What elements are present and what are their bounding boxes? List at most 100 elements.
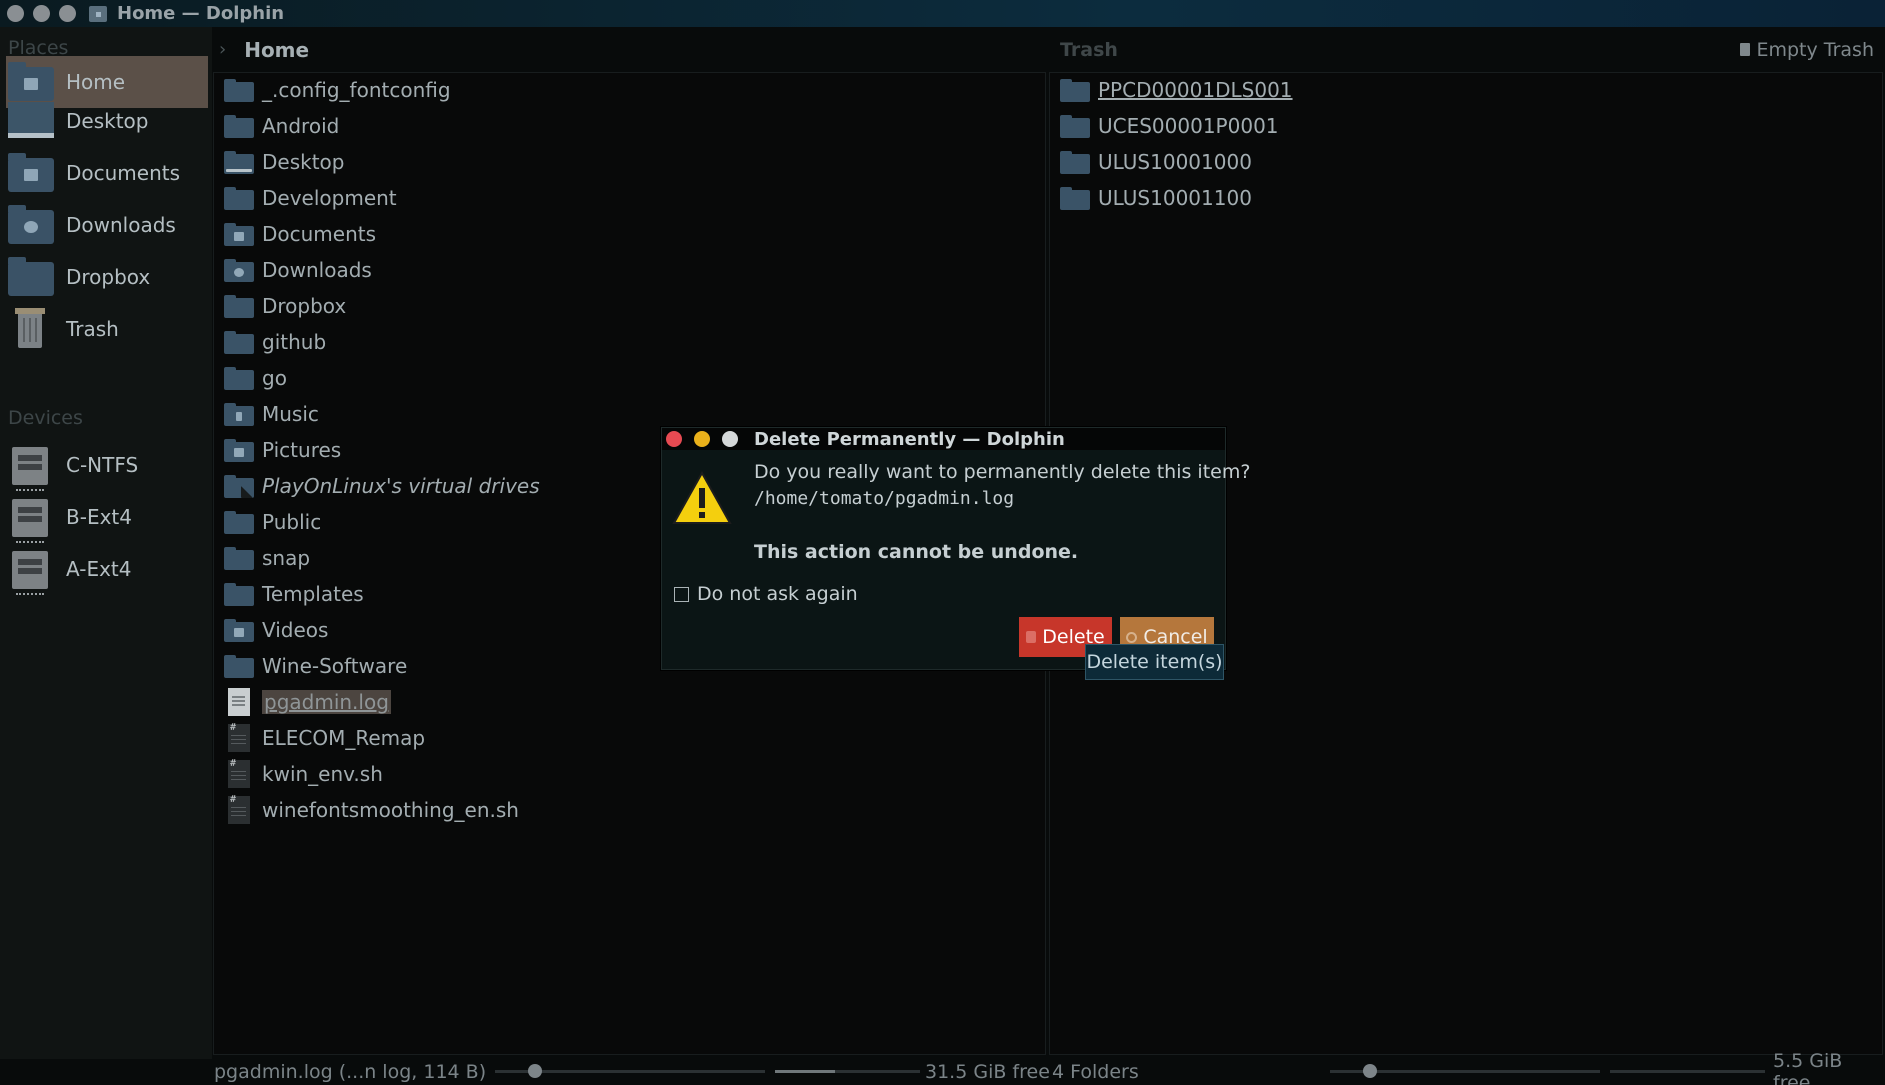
list-item[interactable]: Pictures [224, 434, 341, 466]
downloads-folder-icon [6, 204, 54, 246]
cancel-icon [1126, 631, 1138, 643]
folder-icon [224, 546, 254, 570]
list-item[interactable]: Downloads [224, 254, 372, 286]
dialog-minimize-button[interactable] [694, 431, 710, 447]
warning-icon [672, 470, 732, 524]
dialog-title: Delete Permanently — Dolphin [754, 428, 1065, 450]
place-trash[interactable]: Trash [6, 303, 208, 355]
folder-icon [1060, 114, 1090, 138]
dialog-question: Do you really want to permanently delete… [754, 461, 1251, 483]
folder-icon [224, 510, 254, 534]
empty-trash-button[interactable]: Empty Trash [1740, 39, 1874, 61]
places-panel: Places Home Desktop Documents Downloads … [0, 27, 212, 1059]
drive-icon [6, 548, 54, 595]
list-item[interactable]: Development [224, 182, 397, 214]
dialog-close-button[interactable] [666, 431, 682, 447]
place-label: Downloads [66, 213, 176, 237]
list-item[interactable]: Documents [224, 218, 376, 250]
left-pane-header: › Home [213, 27, 1048, 72]
delete-permanently-dialog: Delete Permanently — Dolphin Do you real… [661, 427, 1250, 670]
folder-icon [224, 330, 254, 354]
device-label: C-NTFS [66, 453, 139, 477]
list-item[interactable]: Android [224, 110, 339, 142]
left-free-space: 31.5 GiB free [925, 1058, 1050, 1085]
delete-icon [1026, 631, 1037, 643]
list-item[interactable]: Music [224, 398, 319, 430]
folder-count: 4 Folders [1052, 1060, 1139, 1083]
list-item[interactable]: Public [224, 506, 321, 538]
list-item[interactable]: Dropbox [224, 290, 346, 322]
place-desktop[interactable]: Desktop [6, 95, 208, 147]
list-item[interactable]: PPCD00001DLS001 [1060, 74, 1293, 106]
breadcrumb-home[interactable]: Home [244, 38, 309, 62]
selection-info: pgadmin.log (...n log, 114 B) [214, 1060, 487, 1083]
list-item[interactable]: ULUS10001000 [1060, 146, 1252, 178]
documents-folder-icon [6, 152, 54, 194]
list-item[interactable]: Desktop [224, 146, 344, 178]
videos-folder-icon [224, 618, 254, 642]
device-a-ext4[interactable]: A-Ext4 [6, 543, 208, 595]
zoom-slider-handle[interactable] [1363, 1064, 1377, 1078]
folder-icon [1060, 186, 1090, 210]
space-bar-track [1610, 1070, 1765, 1073]
list-item[interactable]: snap [224, 542, 310, 574]
dialog-titlebar: Delete Permanently — Dolphin [662, 428, 1225, 450]
trash-icon [6, 308, 54, 350]
device-label: A-Ext4 [66, 557, 132, 581]
place-label: Documents [66, 161, 181, 185]
place-downloads[interactable]: Downloads [6, 199, 208, 251]
dolphin-app-icon [89, 5, 107, 22]
symlink-folder-icon [224, 474, 254, 498]
drive-icon [6, 444, 54, 491]
window-title: Home — Dolphin [117, 3, 285, 24]
folder-icon [224, 294, 254, 318]
checkbox-box[interactable] [674, 586, 689, 602]
dolphin-window: Places Home Desktop Documents Downloads … [0, 27, 1885, 1085]
close-window-button[interactable] [7, 5, 24, 22]
list-item[interactable]: kwin_env.sh [224, 758, 383, 790]
list-item[interactable]: winefontsmoothing_en.sh [224, 794, 519, 826]
folder-icon [224, 78, 254, 102]
list-item[interactable]: Wine-Software [224, 650, 407, 682]
empty-trash-label: Empty Trash [1756, 38, 1874, 61]
list-item[interactable]: go [224, 362, 287, 394]
drive-icon [6, 496, 54, 543]
device-b-ext4[interactable]: B-Ext4 [6, 491, 208, 543]
folder-icon [6, 256, 54, 298]
zoom-slider-handle[interactable] [528, 1064, 542, 1078]
list-item[interactable]: Videos [224, 614, 328, 646]
devices-section-title: Devices [8, 407, 83, 429]
list-item[interactable]: PlayOnLinux's virtual drives [224, 470, 540, 502]
folder-icon [224, 114, 254, 138]
device-label: B-Ext4 [66, 505, 132, 529]
space-bar-fill [775, 1070, 835, 1073]
folder-icon [224, 654, 254, 678]
free-space-label: 5.5 GiB free [1773, 1049, 1843, 1085]
dialog-maximize-button[interactable] [722, 431, 738, 447]
script-file-icon [228, 758, 250, 788]
checkbox-label: Do not ask again [697, 583, 858, 605]
right-free-space: 5.5 GiB free [1773, 1050, 1885, 1085]
script-file-icon [228, 722, 250, 752]
desktop-icon [6, 100, 54, 142]
maximize-window-button[interactable] [59, 5, 76, 22]
list-item[interactable]: github [224, 326, 326, 358]
list-item[interactable]: _.config_fontconfig [224, 74, 451, 106]
minimize-window-button[interactable] [33, 5, 50, 22]
dialog-warning-text: This action cannot be undone. [754, 541, 1079, 563]
place-documents[interactable]: Documents [6, 147, 208, 199]
list-item[interactable]: ULUS10001100 [1060, 182, 1252, 214]
breadcrumb-arrow-icon[interactable]: › [219, 39, 226, 60]
folder-icon [224, 582, 254, 606]
do-not-ask-checkbox[interactable]: Do not ask again [674, 583, 858, 605]
list-item[interactable]: Templates [224, 578, 364, 610]
desktop-folder-icon [224, 150, 254, 174]
device-c-ntfs[interactable]: C-NTFS [6, 439, 208, 491]
downloads-folder-icon [224, 258, 254, 282]
list-item[interactable]: ELECOM_Remap [224, 722, 425, 754]
list-item-selected[interactable]: pgadmin.log [224, 686, 391, 718]
trash-pane-title: Trash [1060, 38, 1118, 61]
place-dropbox[interactable]: Dropbox [6, 251, 208, 303]
delete-items-tooltip: Delete item(s) [1085, 644, 1224, 680]
list-item[interactable]: UCES00001P0001 [1060, 110, 1279, 142]
